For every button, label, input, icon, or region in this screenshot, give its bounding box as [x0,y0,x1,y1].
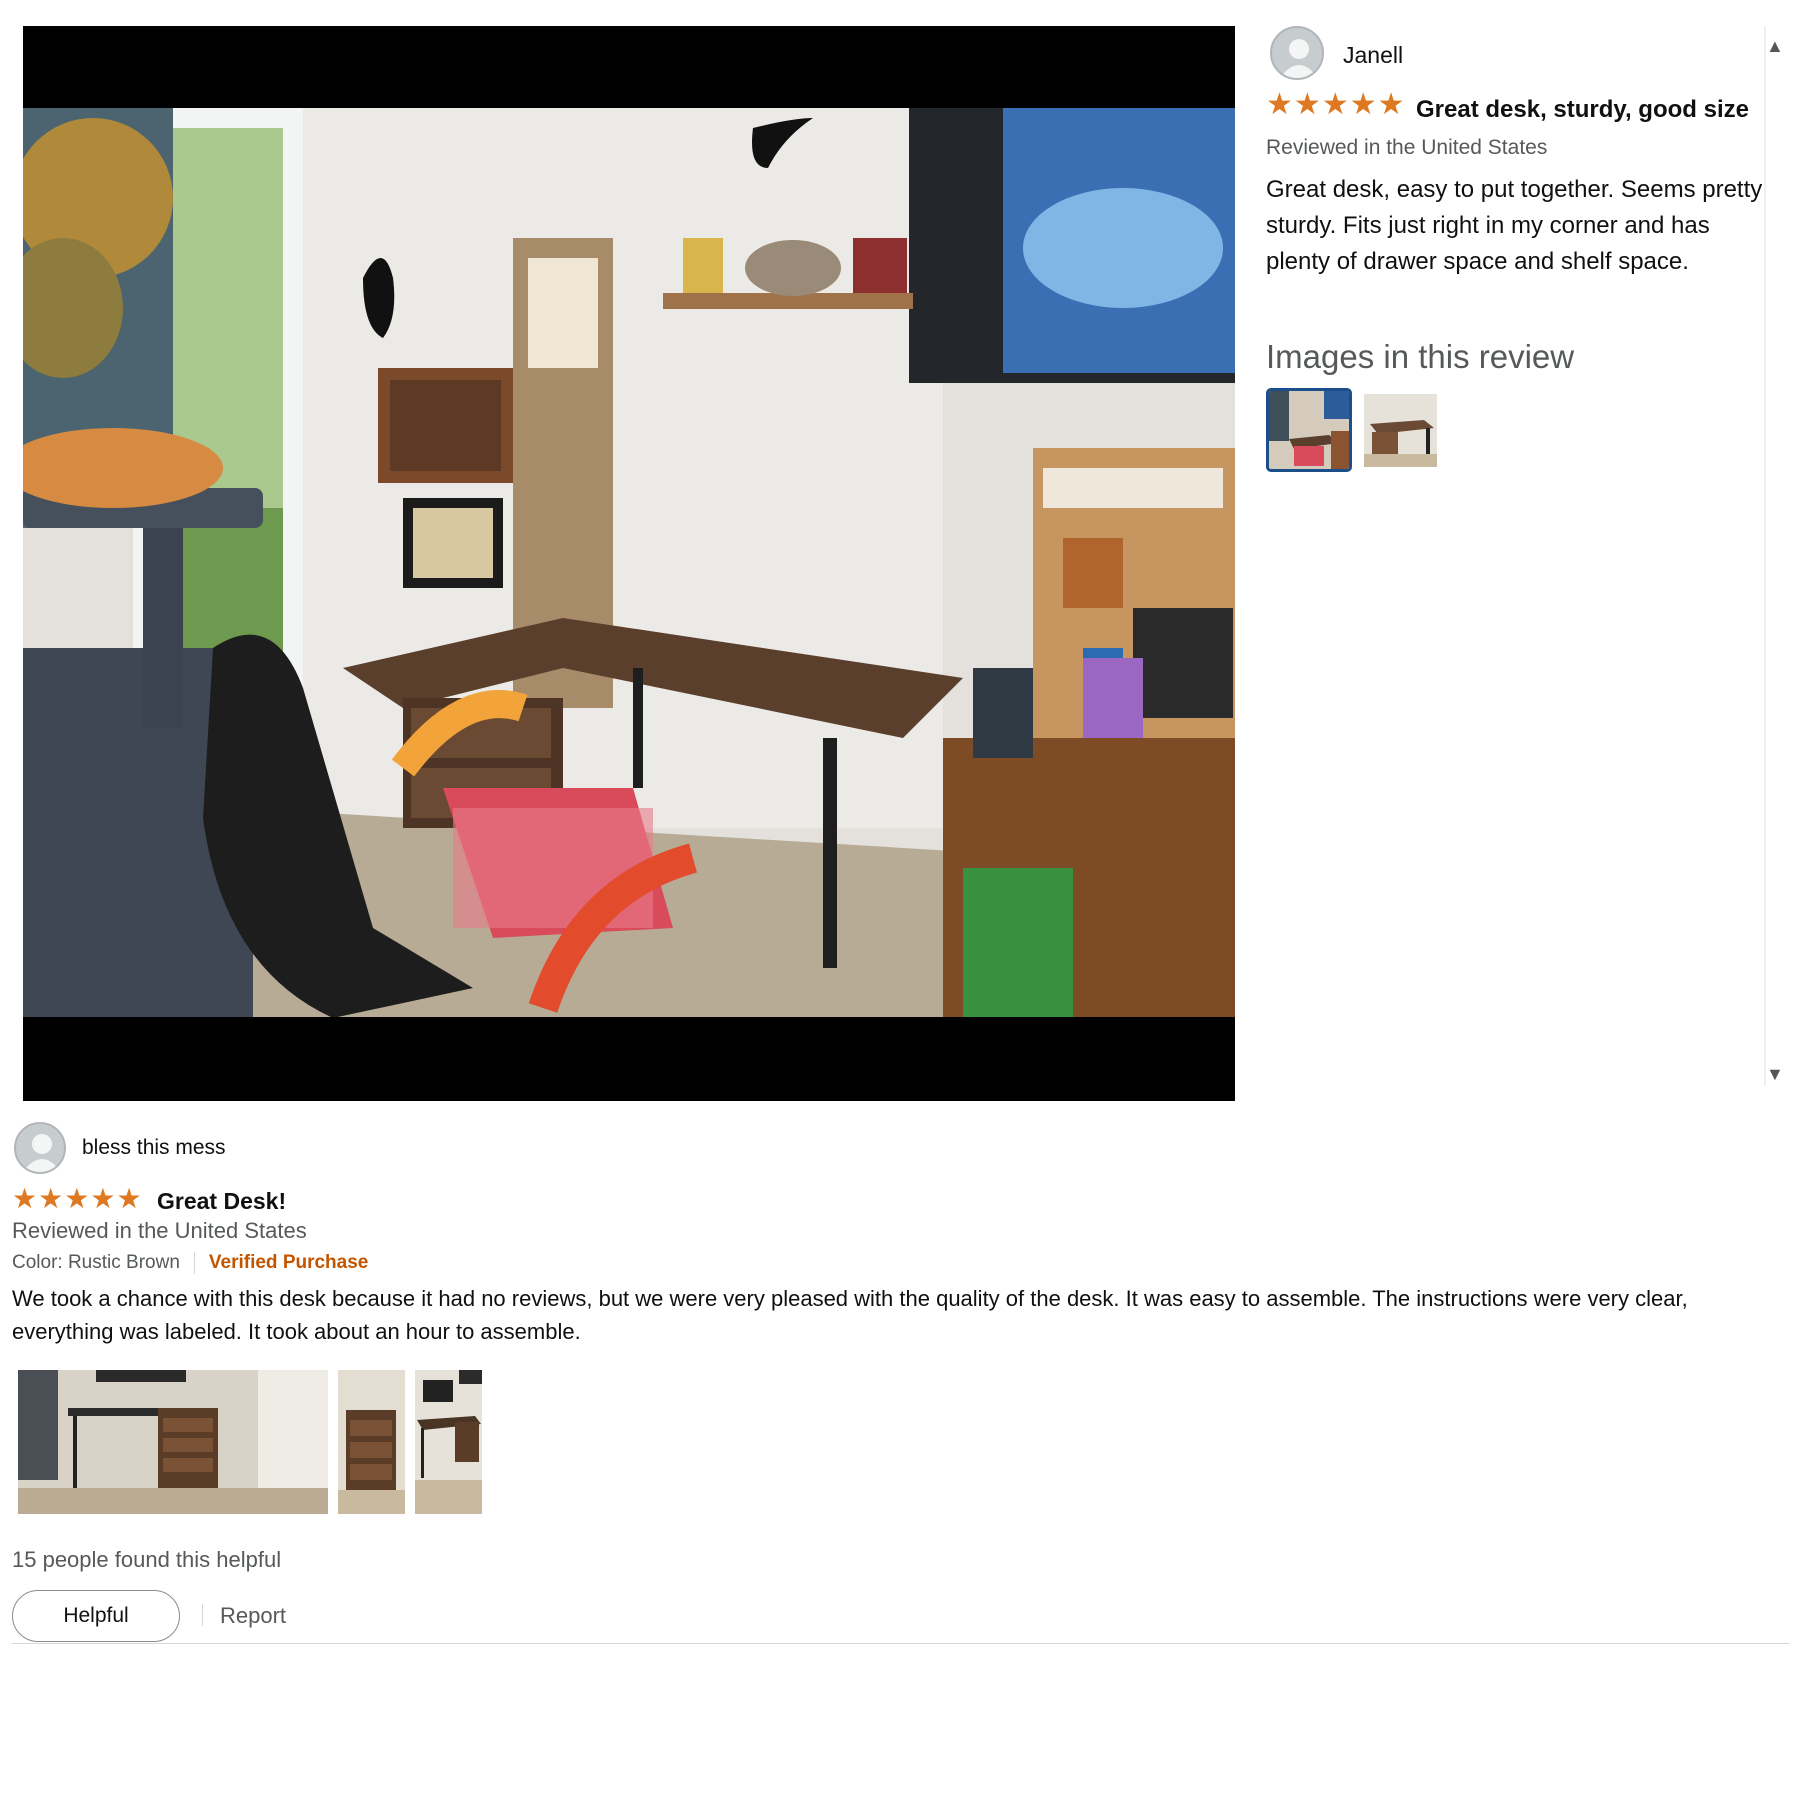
review-image-strip [18,1370,482,1514]
review-title: Great desk, sturdy, good size [1416,96,1749,123]
star-icon: ★ [1266,88,1293,121]
star-rating[interactable]: ★ ★ ★ ★ ★ [12,1184,142,1214]
review-photo-frame [23,26,1235,1101]
star-icon: ★ [38,1183,64,1214]
scroll-down-icon[interactable]: ▼ [1766,1064,1784,1085]
image-viewer: ▲ ▼ Janell ★ ★ ★ ★ ★ Great desk, sturdy, goo… [0,0,1800,1110]
review-location: Reviewed in the United States [1266,136,1548,159]
desk-room-photo [23,108,1235,1017]
meta-divider [193,1252,195,1274]
review-title[interactable]: Great Desk! [157,1188,286,1215]
report-link[interactable]: Report [220,1603,286,1629]
star-icon: ★ [1349,88,1377,121]
review-location: Reviewed in the United States [12,1218,307,1243]
star-rating: ★ ★ ★ ★ ★ [1266,90,1405,120]
helpful-button[interactable]: Helpful [12,1590,180,1642]
review-image-thumbnail[interactable] [415,1370,482,1514]
helpful-count: 15 people found this helpful [12,1547,282,1572]
review-image-thumbnail-selected[interactable] [1266,388,1352,472]
star-icon: ★ [116,1183,142,1214]
review-image-thumbnail[interactable] [18,1370,328,1514]
person-icon [14,1122,66,1174]
star-icon: ★ [1377,88,1405,121]
review-photo[interactable] [23,108,1235,1017]
review-image-thumbnail[interactable] [1364,394,1437,467]
review-divider [12,1643,1790,1644]
review-image-thumbnail[interactable] [338,1370,405,1514]
reviewer-name[interactable]: bless this mess [82,1136,226,1160]
star-icon: ★ [1321,88,1349,121]
verified-purchase-badge: Verified Purchase [208,1252,369,1273]
star-icon: ★ [64,1183,90,1214]
reviewer-name[interactable]: Janell [1343,42,1403,69]
review-body: We took a chance with this desk because … [12,1286,1688,1344]
images-heading: Images in this review [1266,338,1575,375]
star-icon: ★ [1293,88,1321,121]
scroll-up-icon[interactable]: ▲ [1766,36,1784,57]
action-divider [202,1604,203,1626]
star-icon: ★ [90,1183,116,1214]
review-meta: Color: Rustic Brown Verified Purchase [12,1252,368,1274]
color-variant[interactable]: Color: Rustic Brown [12,1252,180,1274]
viewer-review-panel: Janell ★ ★ ★ ★ ★ Great desk, sturdy, good si… [1266,26,1766,1076]
person-icon [1270,26,1324,80]
star-icon: ★ [12,1183,38,1214]
review-body: Great desk, easy to put together. Seems … [1266,176,1763,275]
